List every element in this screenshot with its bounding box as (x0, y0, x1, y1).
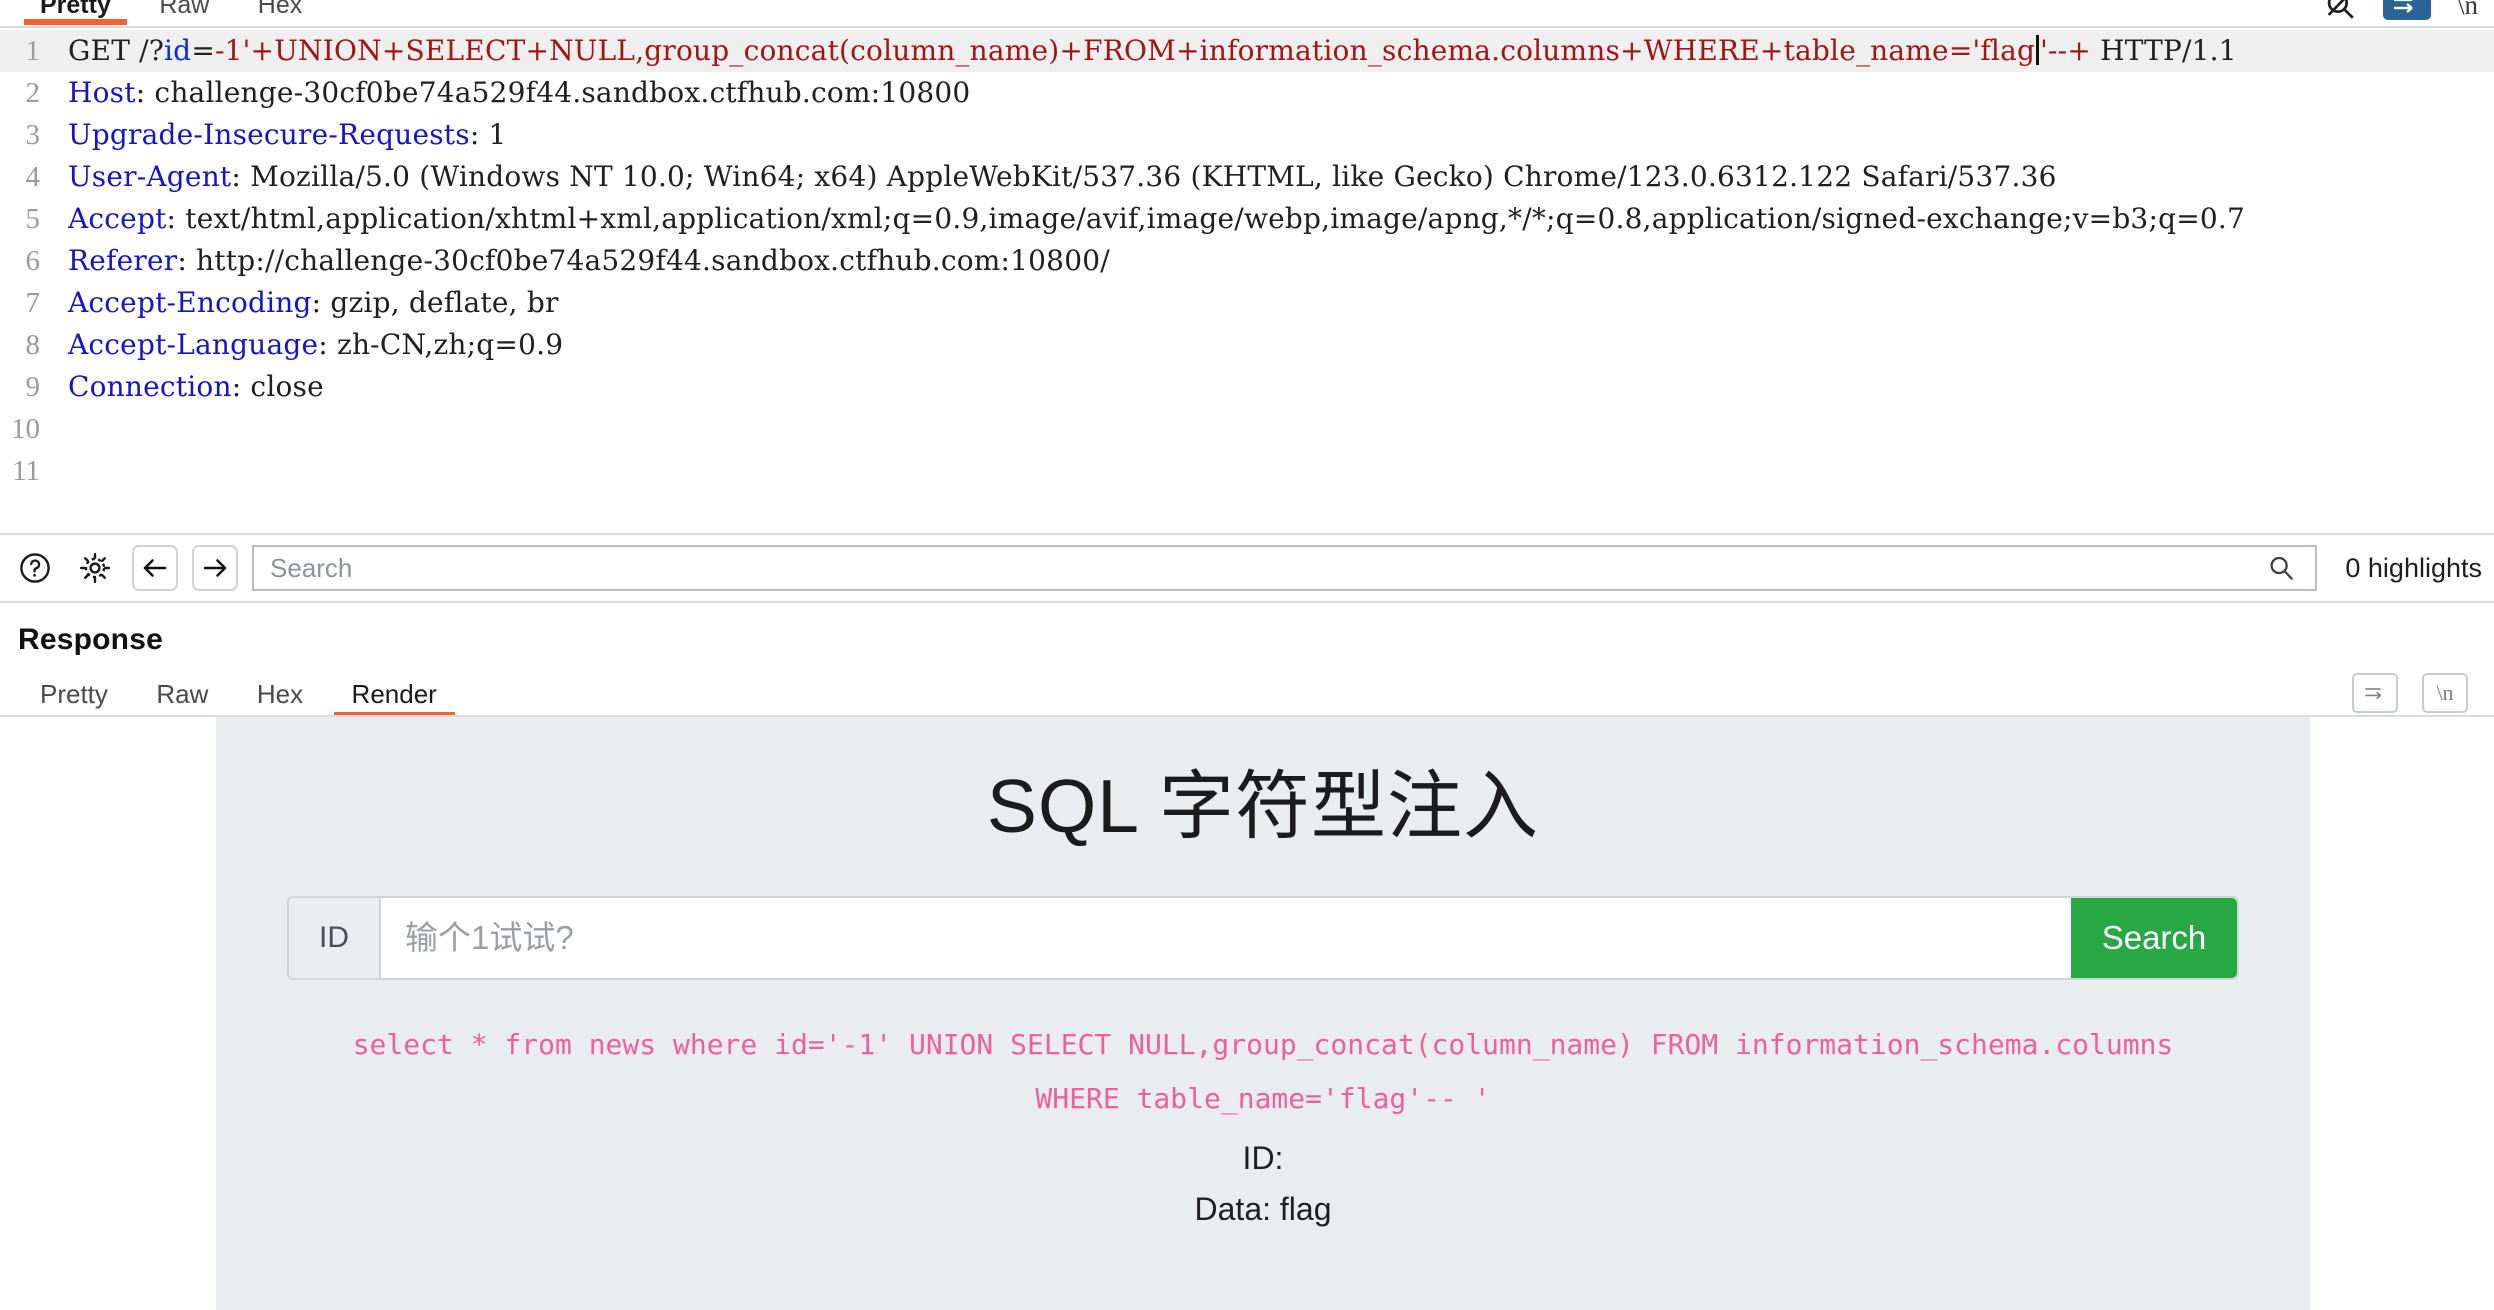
magnifier-icon[interactable] (2261, 553, 2301, 583)
code-segment: : zh-CN,zh;q=0.9 (318, 328, 564, 361)
code-segment: Host (68, 76, 136, 109)
highlight-count: 0 highlights (2345, 552, 2482, 583)
tab-request-pretty[interactable]: Pretty (18, 0, 133, 25)
line-number: 4 (25, 161, 41, 193)
code-segment: Accept (68, 202, 167, 235)
id-label: ID (289, 898, 381, 978)
code-row: 2 Host: challenge-30cf0be74a529f44.sandbo… (0, 72, 2494, 114)
code-segment: = (191, 34, 215, 67)
code-row: 3 Upgrade-Insecure-Requests: 1 (0, 114, 2494, 156)
line-number: 2 (25, 77, 41, 109)
result-id: ID: (1242, 1140, 1284, 1176)
find-bar: 0 highlights (0, 533, 2494, 603)
word-wrap-icon[interactable] (2382, 0, 2431, 20)
code-line[interactable]: User-Agent: Mozilla/5.0 (Windows NT 10.0… (52, 156, 2494, 198)
code-line[interactable]: GET /?id=-1'+UNION+SELECT+NULL,group_con… (52, 30, 2494, 72)
code-line[interactable]: Referer: http://challenge-30cf0be74a529f… (52, 240, 2494, 282)
code-row: 9 Connection: close (0, 366, 2494, 408)
code-segment: : challenge-30cf0be74a529f44.sandbox.ctf… (135, 76, 971, 109)
text-caret (2036, 35, 2040, 65)
id-input[interactable] (381, 898, 2071, 978)
code-segment: : gzip, deflate, br (311, 286, 559, 319)
code-line[interactable]: Accept: text/html,application/xhtml+xml,… (52, 198, 2494, 240)
code-segment: : Mozilla/5.0 (Windows NT 10.0; Win64; x… (231, 160, 2057, 193)
code-segment: '--+ (2040, 34, 2091, 67)
line-number: 1 (25, 35, 41, 67)
find-input-wrapper[interactable] (252, 545, 2318, 591)
sql-query-echo: select * from news where id='-1' UNION S… (352, 1028, 2174, 1115)
tab-response-render[interactable]: Render (330, 679, 459, 718)
code-segment: : text/html,application/xhtml+xml,applic… (166, 202, 2245, 235)
search-button[interactable]: Search (2071, 898, 2237, 978)
rendered-page: SQL 字符型注入 ID Search select * from news w… (216, 717, 2310, 1310)
code-row: 8 Accept-Language: zh-CN,zh;q=0.9 (0, 324, 2494, 366)
request-editor[interactable]: 1 GET /?id=-1'+UNION+SELECT+NULL,group_co… (0, 30, 2494, 530)
code-segment: -1'+UNION+SELECT+NULL,group_concat(colum… (214, 34, 2036, 67)
code-row: 10 (0, 408, 2494, 450)
id-search-form: ID Search (287, 896, 2239, 980)
result-data: Data: flag (1194, 1191, 1332, 1227)
word-wrap-icon[interactable] (2352, 673, 2398, 713)
rendered-response-view: SQL 字符型注入 ID Search select * from news w… (0, 717, 2494, 1310)
tab-request-hex[interactable]: Hex (236, 0, 324, 18)
request-toolbar-icons: \n (2323, 0, 2478, 22)
code-line[interactable]: Accept-Encoding: gzip, deflate, br (52, 282, 2494, 324)
tab-response-raw[interactable]: Raw (134, 679, 230, 710)
code-segment: Accept-Encoding (68, 286, 312, 319)
code-line[interactable]: Connection: close (52, 366, 2494, 408)
page-heading: SQL 字符型注入 (986, 764, 1540, 848)
code-segment: Accept-Language (68, 328, 319, 361)
gear-icon[interactable] (72, 545, 118, 591)
line-number: 10 (11, 413, 40, 445)
tab-response-pretty[interactable]: Pretty (18, 679, 130, 710)
code-segment: id (164, 34, 192, 67)
line-number: 3 (25, 119, 41, 151)
newline-icon[interactable]: \n (2457, 0, 2478, 21)
search-disabled-icon[interactable] (2323, 0, 2357, 22)
code-row: 4 User-Agent: Mozilla/5.0 (Windows NT 10.… (0, 156, 2494, 198)
response-title: Response (18, 623, 163, 656)
code-row: 11 (0, 450, 2494, 492)
code-segment: GET /? (68, 34, 165, 67)
response-toolbar-icons: \n (2352, 673, 2468, 713)
line-number: 5 (25, 203, 41, 235)
code-line[interactable]: Accept-Language: zh-CN,zh;q=0.9 (52, 324, 2494, 366)
line-number: 9 (25, 371, 41, 403)
tab-response-hex[interactable]: Hex (235, 679, 325, 710)
code-segment: : 1 (469, 118, 507, 151)
code-segment: Upgrade-Insecure-Requests (68, 118, 470, 151)
newline-icon[interactable]: \n (2422, 673, 2468, 713)
line-number: 11 (12, 455, 40, 487)
code-segment: Connection (68, 370, 232, 403)
search-input[interactable] (268, 551, 2262, 585)
code-segment: HTTP/1.1 (2091, 34, 2237, 67)
find-next-button[interactable] (192, 545, 238, 591)
code-segment: : close (231, 370, 324, 403)
request-tabstrip: Pretty Raw Hex \n (0, 0, 2494, 34)
tab-request-raw[interactable]: Raw (137, 0, 231, 18)
find-previous-button[interactable] (132, 545, 178, 591)
request-pane: Pretty Raw Hex \n 1 GET /?id=-1'+UNION+S… (0, 0, 2494, 533)
code-row: 7 Accept-Encoding: gzip, deflate, br (0, 282, 2494, 324)
code-row: 1 GET /?id=-1'+UNION+SELECT+NULL,group_co… (0, 30, 2494, 72)
code-line[interactable]: Upgrade-Insecure-Requests: 1 (52, 114, 2494, 156)
code-segment: Referer (68, 244, 178, 277)
help-icon[interactable] (12, 545, 58, 591)
code-segment: User-Agent (68, 160, 232, 193)
editor-divider (0, 26, 2494, 28)
response-pane: Response Pretty Raw Hex Render \n SQL 字符… (0, 603, 2494, 1310)
code-line[interactable]: Host: challenge-30cf0be74a529f44.sandbox… (52, 72, 2494, 114)
line-number: 6 (25, 245, 41, 277)
line-number: 7 (25, 287, 41, 319)
line-number: 8 (25, 329, 41, 361)
code-row: 6 Referer: http://challenge-30cf0be74a529… (0, 240, 2494, 282)
code-segment: : http://challenge-30cf0be74a529f44.sand… (177, 244, 1110, 277)
code-row: 5 Accept: text/html,application/xhtml+xml… (0, 198, 2494, 240)
